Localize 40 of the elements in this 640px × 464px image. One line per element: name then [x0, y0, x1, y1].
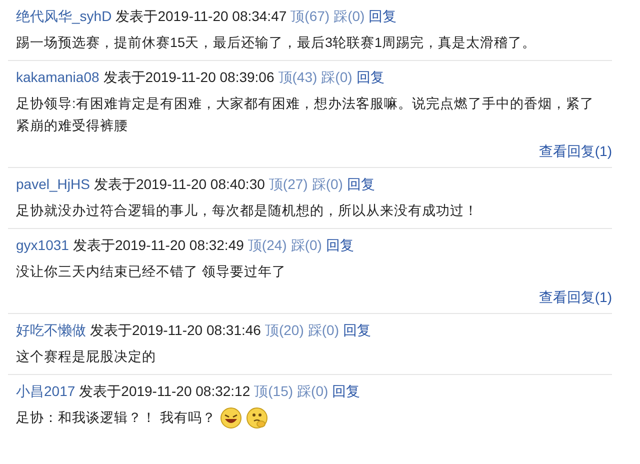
comment-text: 没让你三天内结束已经不错了 领导要过年了: [16, 263, 286, 281]
downvote-link[interactable]: 踩(0): [297, 380, 328, 402]
upvote-link[interactable]: 顶(15): [254, 380, 294, 402]
post-time: 发表于2019-11-20 08:39:06: [103, 68, 274, 86]
reply-link[interactable]: 回复: [356, 66, 384, 88]
downvote-link[interactable]: 踩(0): [308, 320, 339, 340]
reply-link[interactable]: 回复: [346, 174, 375, 194]
comment-text: 足协领导:有困难肯定是有困难，大家都有困难，想办法客服嘛。说完点燃了手中的香烟，紧了紧崩的难受得裤腰: [16, 95, 595, 135]
downvote-link[interactable]: 踩(0): [290, 234, 322, 256]
view-replies-link[interactable]: 查看回复(1): [538, 141, 612, 161]
upvote-link[interactable]: 顶(24): [248, 234, 287, 256]
username-link[interactable]: gyx1031: [16, 234, 69, 256]
reply-link[interactable]: 回复: [332, 380, 360, 402]
comment-text: 踢一场预选赛，提前休赛15天，最后还输了，最后3轮联赛1周踢完，真是太滑稽了。: [16, 34, 536, 52]
reply-link[interactable]: 回复: [326, 234, 354, 256]
upvote-link[interactable]: 顶(20): [264, 320, 304, 340]
upvote-link[interactable]: 顶(67): [290, 6, 330, 26]
downvote-link[interactable]: 踩(0): [312, 174, 343, 194]
username-link[interactable]: 好吃不懒做: [16, 320, 86, 340]
thinking-emoji-icon: [246, 407, 268, 429]
post-time: 发表于2019-11-20 08:40:30: [94, 174, 265, 194]
username-link[interactable]: 小昌2017: [16, 380, 76, 402]
view-replies-link[interactable]: 查看回复(1): [538, 287, 612, 307]
username-link[interactable]: kakamania08: [16, 66, 100, 88]
downvote-link[interactable]: 踩(0): [321, 66, 352, 88]
username-link[interactable]: pavel_HjHS: [16, 174, 90, 194]
upvote-link[interactable]: 顶(27): [268, 174, 308, 194]
comment-text: 足协：和我谈逻辑？！ 我有吗？: [16, 409, 216, 427]
comment-text: 足协就没办过符合逻辑的事儿，每次都是随机想的，所以从来没有成功过！: [16, 202, 478, 220]
reply-link[interactable]: 回复: [368, 6, 397, 26]
post-time: 发表于2019-11-20 08:34:47: [116, 6, 287, 26]
username-link[interactable]: 绝代风华_syhD: [16, 6, 112, 26]
post-time: 发表于2019-11-20 08:32:12: [79, 382, 250, 400]
post-time: 发表于2019-11-20 08:31:46: [90, 320, 261, 340]
reply-link[interactable]: 回复: [343, 320, 371, 340]
post-time: 发表于2019-11-20 08:32:49: [72, 236, 244, 254]
laughing-emoji-icon: [220, 407, 242, 429]
comment-text: 这个赛程是屁股决定的: [16, 348, 156, 366]
upvote-link[interactable]: 顶(43): [278, 66, 318, 88]
downvote-link[interactable]: 踩(0): [334, 6, 365, 26]
